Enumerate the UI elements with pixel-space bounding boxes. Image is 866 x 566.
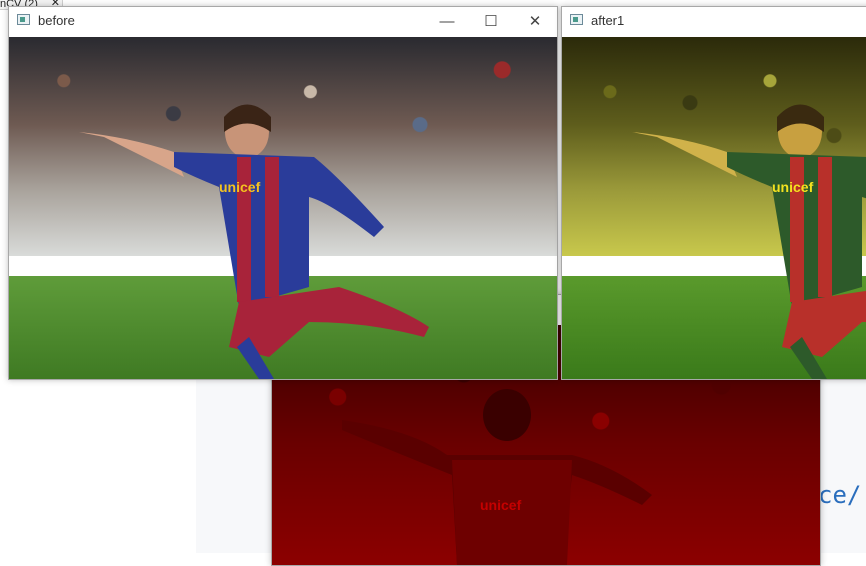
image-view: unicef [562, 37, 866, 379]
jersey-text: unicef [219, 179, 261, 195]
background-sidebar [0, 380, 196, 553]
jersey-text: unicef [480, 497, 522, 513]
player-figure: unicef [79, 104, 429, 379]
close-button[interactable]: ✕ [513, 7, 557, 37]
window-after1[interactable]: after1 unicef [561, 6, 866, 380]
minimize-button[interactable]: — [425, 7, 469, 37]
image-view: unicef [9, 37, 557, 379]
window-before[interactable]: before — ☐ ✕ unicef [8, 6, 558, 380]
window-app-icon [570, 14, 583, 25]
window-title: after1 [591, 13, 625, 28]
jersey-text: unicef [772, 179, 814, 195]
player-figure: unicef [632, 104, 866, 379]
background-link[interactable]: ce/( [818, 481, 866, 509]
titlebar[interactable]: before — ☐ ✕ [9, 7, 557, 37]
titlebar[interactable]: after1 [562, 7, 866, 37]
maximize-button[interactable]: ☐ [469, 7, 513, 37]
window-app-icon [17, 14, 30, 25]
window-title: before [38, 13, 75, 28]
